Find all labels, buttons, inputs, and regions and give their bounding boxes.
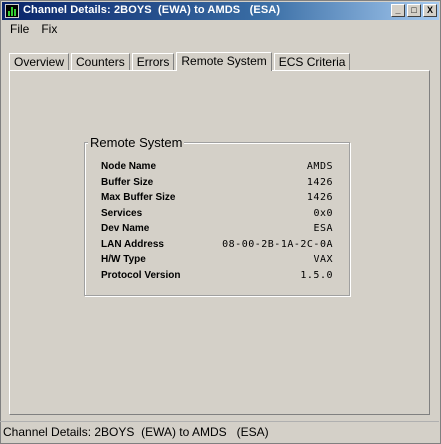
row-max-buffer-size: Max Buffer Size 1426 xyxy=(101,192,333,207)
row-dev-name: Dev Name ESA xyxy=(101,223,333,238)
window-title: Channel Details: 2BOYS (EWA) to AMDS (ES… xyxy=(23,4,281,16)
row-hw-type: H/W Type VAX xyxy=(101,254,333,269)
title-bar[interactable]: Channel Details: 2BOYS (EWA) to AMDS (ES… xyxy=(2,2,439,20)
max-buffer-size-value: 1426 xyxy=(306,192,333,203)
tab-ecs-criteria[interactable]: ECS Criteria xyxy=(273,53,351,70)
lan-address-label: LAN Address xyxy=(101,239,164,250)
hw-type-value: VAX xyxy=(313,254,333,265)
protocol-version-label: Protocol Version xyxy=(101,270,181,281)
max-buffer-size-label: Max Buffer Size xyxy=(101,192,176,203)
tab-remote-system[interactable]: Remote System xyxy=(176,52,272,71)
node-name-value: AMDS xyxy=(306,161,333,172)
menu-fix[interactable]: Fix xyxy=(35,21,63,39)
row-services: Services 0x0 xyxy=(101,208,333,223)
maximize-button[interactable]: □ xyxy=(407,4,421,17)
app-icon xyxy=(5,4,19,18)
buffer-size-value: 1426 xyxy=(306,177,333,188)
dev-name-label: Dev Name xyxy=(101,223,150,234)
group-title: Remote System xyxy=(88,135,185,150)
row-lan-address: LAN Address 08-00-2B-1A-2C-0A xyxy=(101,239,333,254)
services-label: Services xyxy=(101,208,143,219)
menu-bar: File Fix xyxy=(4,21,63,39)
dev-name-value: ESA xyxy=(313,223,333,234)
close-button[interactable]: X xyxy=(423,4,437,17)
status-bar: Channel Details: 2BOYS (EWA) to AMDS (ES… xyxy=(0,421,439,441)
row-protocol-version: Protocol Version 1.5.0 xyxy=(101,270,333,285)
lan-address-value: 08-00-2B-1A-2C-0A xyxy=(222,239,333,250)
hw-type-label: H/W Type xyxy=(101,254,146,265)
tab-strip: Overview Counters Errors Remote System E… xyxy=(9,52,352,71)
tab-counters[interactable]: Counters xyxy=(71,53,130,70)
row-node-name: Node Name AMDS xyxy=(101,161,333,176)
menu-file[interactable]: File xyxy=(4,21,35,39)
tab-overview[interactable]: Overview xyxy=(9,53,70,70)
protocol-version-value: 1.5.0 xyxy=(300,270,333,281)
row-buffer-size: Buffer Size 1426 xyxy=(101,177,333,192)
services-value: 0x0 xyxy=(313,208,333,219)
tab-errors[interactable]: Errors xyxy=(131,53,175,70)
node-name-label: Node Name xyxy=(101,161,157,172)
minimize-button[interactable]: _ xyxy=(391,4,405,17)
buffer-size-label: Buffer Size xyxy=(101,177,154,188)
